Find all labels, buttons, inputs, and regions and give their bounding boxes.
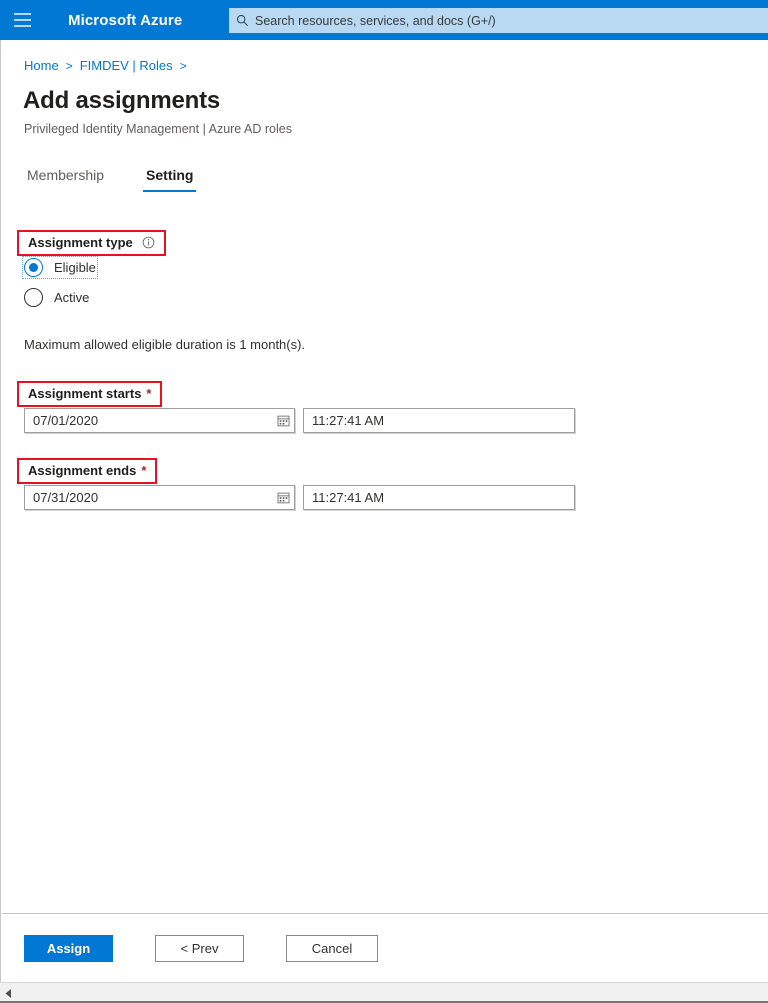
assignment-starts-label: Assignment starts *: [17, 381, 163, 407]
prev-button[interactable]: < Prev: [155, 935, 244, 962]
radio-eligible-label: Eligible: [54, 260, 96, 275]
assignment-ends-label-text: Assignment ends: [28, 463, 137, 478]
hamburger-line: [13, 13, 31, 15]
assignment-starts-time-input[interactable]: 11:27:41 AM: [303, 408, 575, 433]
tab-list: Membership Setting: [24, 167, 232, 192]
search-input[interactable]: Search resources, services, and docs (G+…: [229, 8, 768, 33]
tab-membership[interactable]: Membership: [24, 167, 107, 192]
breadcrumb-item-home[interactable]: Home: [24, 58, 59, 73]
breadcrumb-item-fimdev-roles[interactable]: FIMDEV | Roles: [80, 58, 173, 73]
assignment-ends-time-input[interactable]: 11:27:41 AM: [303, 485, 575, 510]
max-duration-note: Maximum allowed eligible duration is 1 m…: [24, 337, 306, 352]
assignment-ends-date-value: 07/31/2020: [33, 490, 99, 505]
page-subtitle: Privileged Identity Management | Azure A…: [24, 122, 292, 136]
cancel-button[interactable]: Cancel: [286, 935, 378, 962]
radio-eligible[interactable]: Eligible: [22, 256, 98, 279]
assignment-starts-time-value: 11:27:41 AM: [312, 413, 385, 428]
radio-active-label: Active: [54, 290, 90, 305]
assign-button[interactable]: Assign: [24, 935, 113, 962]
required-marker: *: [146, 386, 152, 401]
radio-eligible-indicator: [24, 258, 43, 277]
radio-active[interactable]: Active: [24, 288, 89, 307]
search-placeholder-label: Search resources, services, and docs (G+…: [255, 13, 496, 28]
azure-top-bar: Microsoft Azure Search resources, servic…: [0, 0, 768, 40]
assignment-ends-date-input[interactable]: 07/31/2020: [24, 485, 295, 510]
search-icon: [229, 14, 255, 27]
assignment-ends-time-value: 11:27:41 AM: [312, 490, 385, 505]
radio-active-indicator: [24, 288, 43, 307]
required-marker: *: [141, 463, 147, 478]
tab-setting[interactable]: Setting: [143, 167, 197, 192]
breadcrumb-separator-icon: >: [65, 58, 73, 73]
hamburger-icon[interactable]: [0, 0, 44, 40]
blade-container: Home > FIMDEV | Roles > Add assignments …: [0, 40, 768, 1003]
assignment-ends-label: Assignment ends *: [17, 458, 158, 484]
scroll-left-arrow-icon[interactable]: [0, 983, 17, 1003]
hamburger-line: [13, 25, 31, 27]
page-title: Add assignments: [23, 87, 221, 114]
azure-brand-label[interactable]: Microsoft Azure: [68, 12, 182, 29]
assignment-starts-date-input[interactable]: 07/01/2020: [24, 408, 295, 433]
assignment-starts-label-text: Assignment starts: [28, 386, 142, 401]
horizontal-scrollbar[interactable]: [0, 982, 768, 1003]
assignment-starts-date-value: 07/01/2020: [33, 413, 99, 428]
hamburger-line: [13, 19, 31, 21]
breadcrumb: Home > FIMDEV | Roles >: [24, 58, 194, 73]
footer-divider: [2, 913, 768, 914]
assignment-type-label-text: Assignment type: [28, 235, 133, 250]
calendar-icon[interactable]: [272, 414, 294, 427]
breadcrumb-separator-icon: >: [179, 58, 187, 73]
info-icon[interactable]: [142, 236, 155, 249]
calendar-icon[interactable]: [272, 491, 294, 504]
assignment-type-label: Assignment type: [17, 230, 166, 256]
